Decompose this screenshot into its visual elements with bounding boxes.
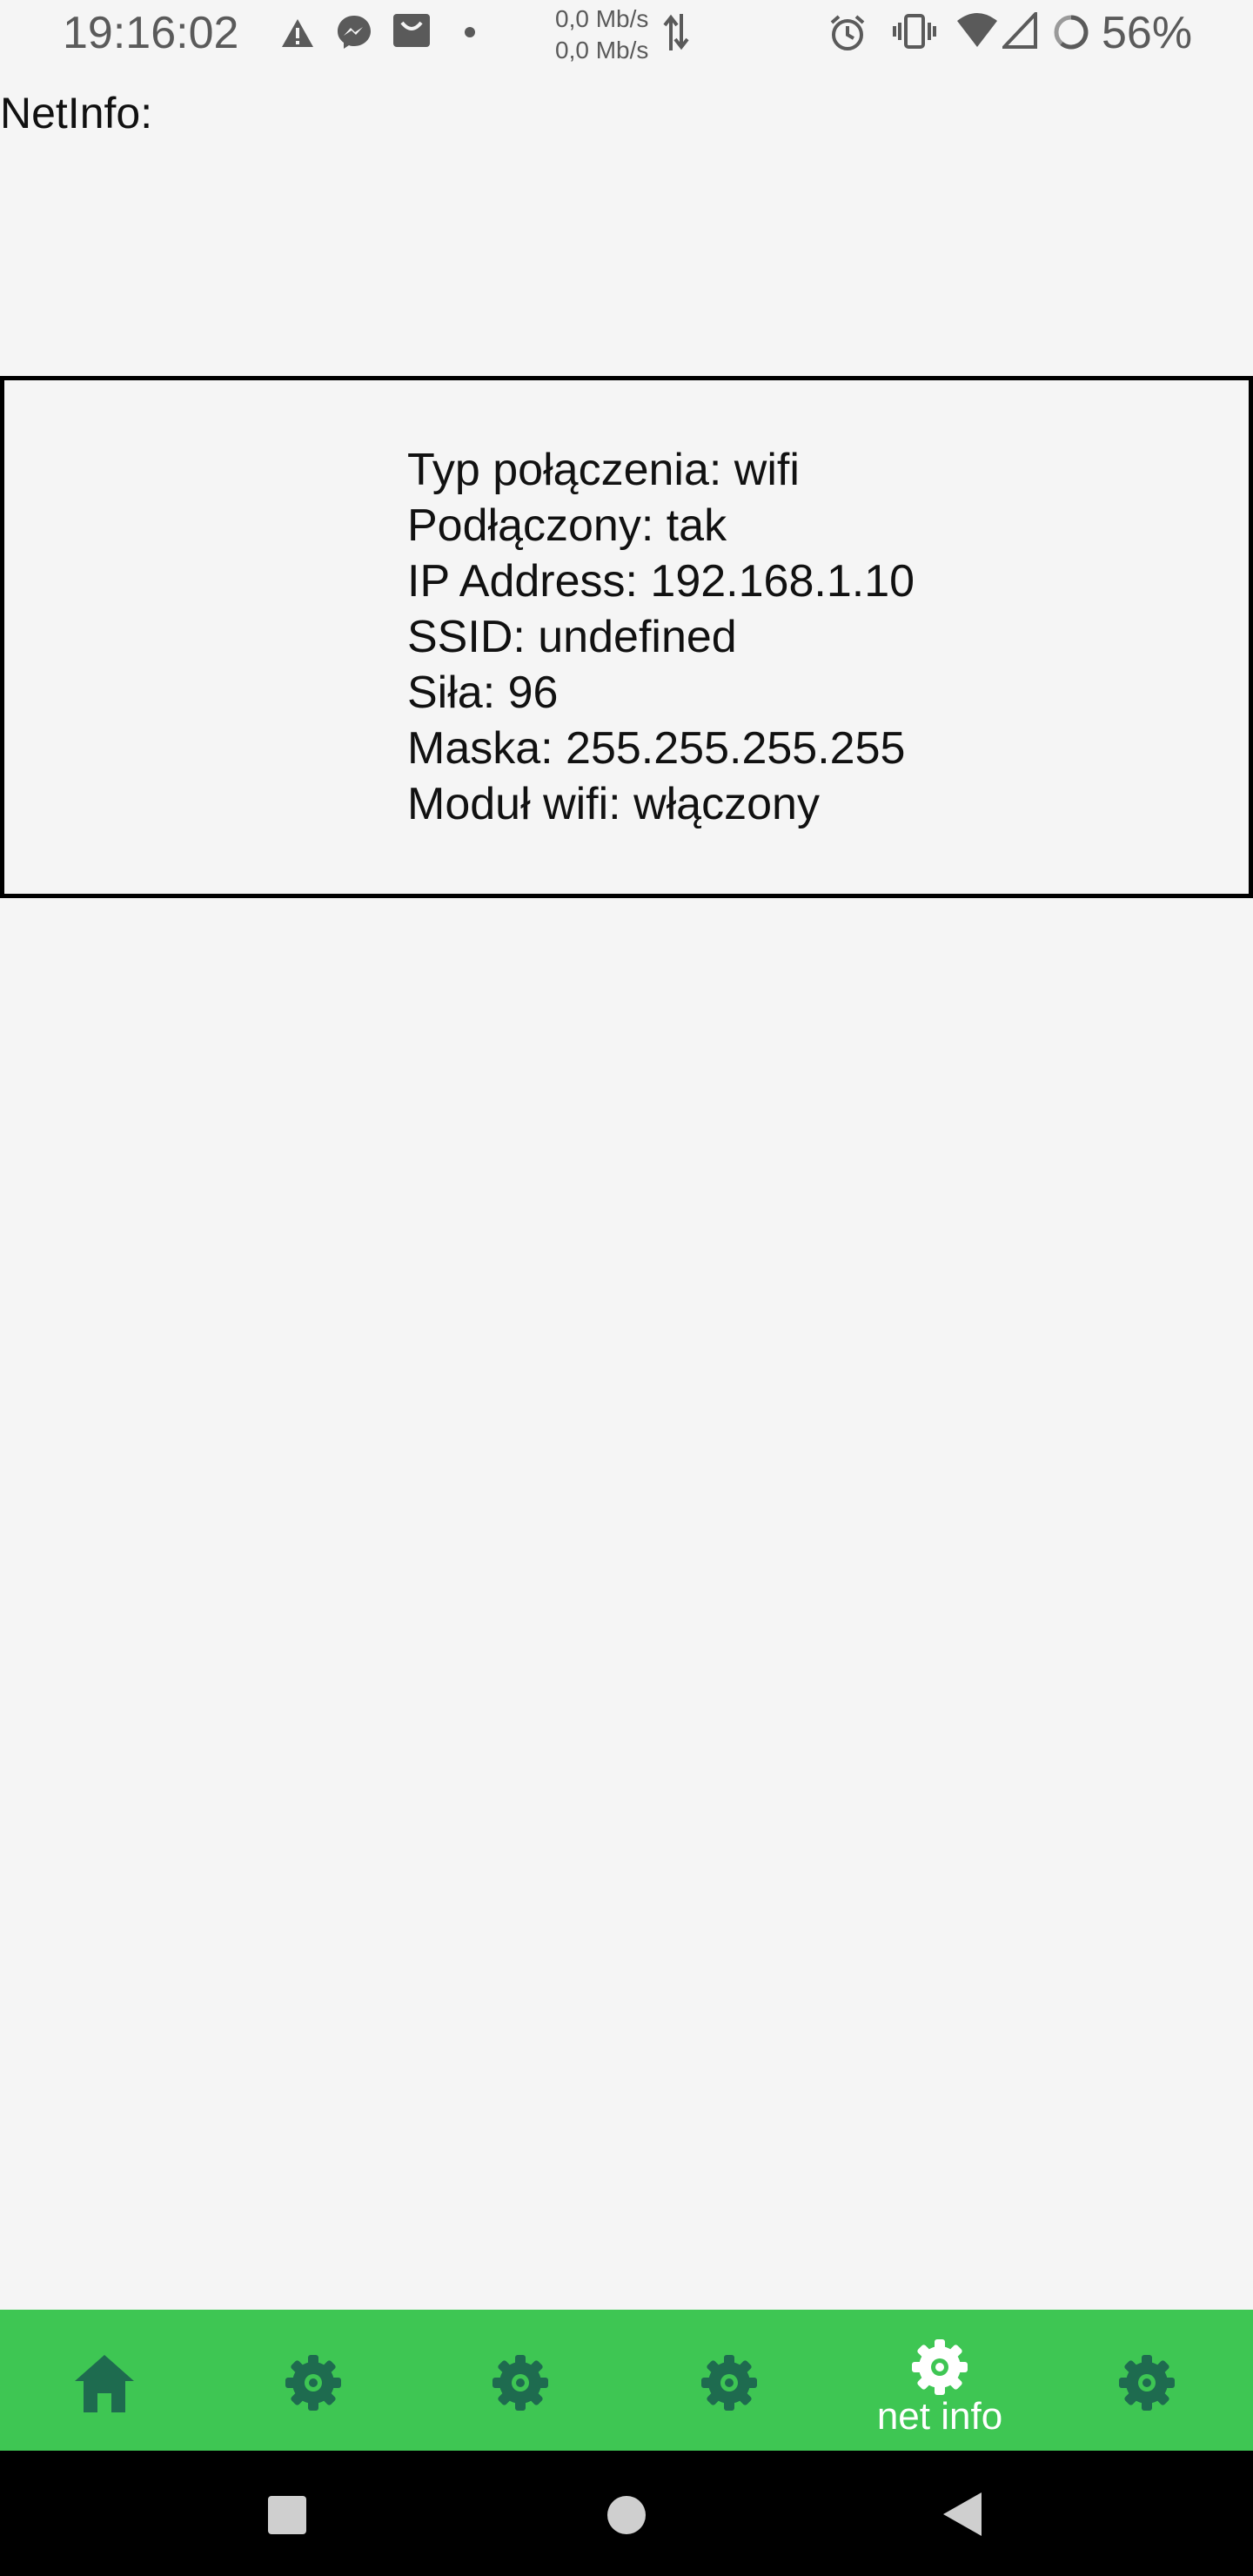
connection-type: Typ połączenia: wifi — [407, 445, 800, 495]
alarm-icon — [830, 15, 865, 50]
subnet-mask: Maska: 255.255.255.255 — [407, 723, 906, 774]
battery-ring-icon — [1054, 15, 1089, 50]
home-icon — [75, 2355, 134, 2412]
bottom-tab-bar: net info — [0, 2310, 1253, 2451]
tab-net-info[interactable]: net info — [835, 2310, 1044, 2451]
tab-settings-2[interactable] — [418, 2310, 626, 2451]
wifi-module-status: Moduł wifi: włączony — [407, 779, 820, 829]
tab-net-info-label: net info — [876, 2395, 1003, 2438]
data-arrows-icon — [663, 14, 689, 50]
home-button[interactable] — [606, 2494, 647, 2536]
status-bar: 19:16:02 0,0 Mb/s 0,0 Mb/s 56% — [0, 0, 1253, 70]
status-time: 19:16:02 — [63, 8, 239, 58]
tab-settings-1[interactable] — [209, 2310, 418, 2451]
recents-button[interactable] — [266, 2494, 308, 2536]
signal-strength: Siła: 96 — [407, 667, 559, 718]
page-title: NetInfo: — [0, 89, 153, 138]
back-button[interactable] — [940, 2491, 983, 2538]
gear-icon — [701, 2355, 757, 2411]
net-download-speed: 0,0 Mb/s — [555, 37, 649, 64]
connected-status: Podłączony: tak — [407, 500, 727, 551]
network-speed: 0,0 Mb/s 0,0 Mb/s — [555, 3, 648, 66]
dot-icon — [465, 27, 475, 37]
gear-icon — [912, 2339, 968, 2395]
gear-icon — [492, 2355, 548, 2411]
ip-address: IP Address: 192.168.1.10 — [407, 556, 915, 607]
gear-icon — [1119, 2355, 1175, 2411]
net-upload-speed: 0,0 Mb/s — [555, 5, 649, 32]
tab-settings-4[interactable] — [1044, 2310, 1253, 2451]
wifi-icon — [957, 13, 997, 47]
tab-home[interactable] — [0, 2310, 209, 2451]
gear-icon — [285, 2355, 341, 2411]
ssid: SSID: undefined — [407, 612, 737, 662]
warning-icon — [282, 19, 313, 47]
messenger-icon — [338, 16, 371, 49]
tab-settings-3[interactable] — [626, 2310, 835, 2451]
battery-percent: 56% — [1102, 8, 1193, 58]
signal-icon — [1002, 12, 1037, 49]
shop-bag-icon — [393, 14, 430, 47]
netinfo-details: Typ połączenia: wifi Podłączony: tak IP … — [407, 442, 915, 832]
system-nav-bar — [0, 2451, 1253, 2576]
vibrate-icon — [893, 14, 936, 49]
